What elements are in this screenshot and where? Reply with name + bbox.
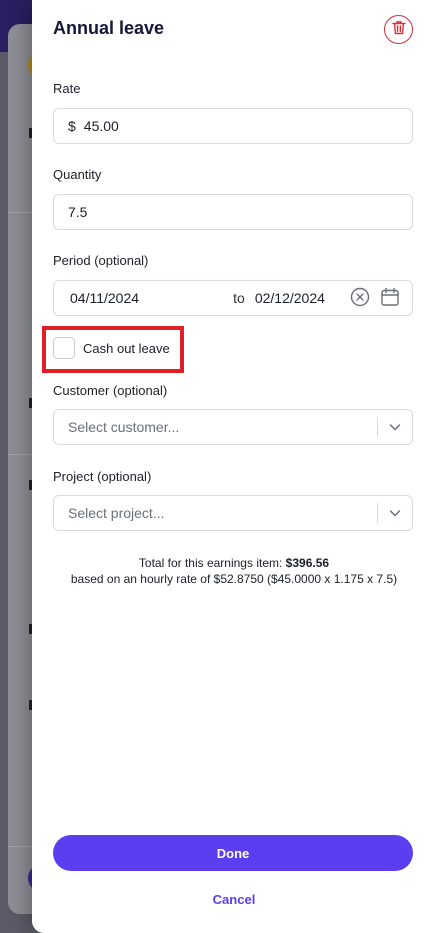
total-amount: $396.56 xyxy=(285,556,330,570)
trash-icon xyxy=(391,20,406,40)
rate-input[interactable] xyxy=(83,118,412,134)
delete-button[interactable] xyxy=(384,15,413,44)
modal-title: Annual leave xyxy=(53,18,165,38)
chevron-down-icon[interactable] xyxy=(378,420,412,434)
project-placeholder: Select project... xyxy=(68,505,165,521)
customer-placeholder: Select customer... xyxy=(68,419,180,435)
period-start-input[interactable] xyxy=(70,290,228,306)
period-separator: to xyxy=(233,290,245,306)
done-button[interactable]: Done xyxy=(53,835,413,871)
calendar-icon[interactable] xyxy=(380,287,400,307)
annual-leave-modal: Annual leave Rate $ Quantity Period (opt… xyxy=(32,0,436,933)
chevron-down-icon[interactable] xyxy=(378,506,412,520)
quantity-input[interactable] xyxy=(68,204,412,220)
currency-symbol: $ xyxy=(68,118,76,134)
customer-label: Customer (optional) xyxy=(53,383,168,398)
period-label: Period (optional) xyxy=(53,253,149,268)
total-detail: based on an hourly rate of $52.8750 ($45… xyxy=(70,572,398,586)
project-select[interactable]: Select project... xyxy=(53,495,413,531)
quantity-field[interactable] xyxy=(53,194,413,230)
total-prefix: Total for this earnings item: xyxy=(138,556,283,570)
quantity-label: Quantity xyxy=(53,167,102,182)
customer-select[interactable]: Select customer... xyxy=(53,409,413,445)
rate-label: Rate xyxy=(53,81,81,96)
period-field[interactable]: to xyxy=(53,280,413,316)
project-label: Project (optional) xyxy=(53,469,152,484)
rate-field[interactable]: $ xyxy=(53,108,413,144)
highlight-box xyxy=(42,326,184,373)
earnings-total: Total for this earnings item: $396.56 ba… xyxy=(32,555,436,587)
cancel-button[interactable]: Cancel xyxy=(32,892,436,907)
clear-icon[interactable] xyxy=(350,287,370,307)
